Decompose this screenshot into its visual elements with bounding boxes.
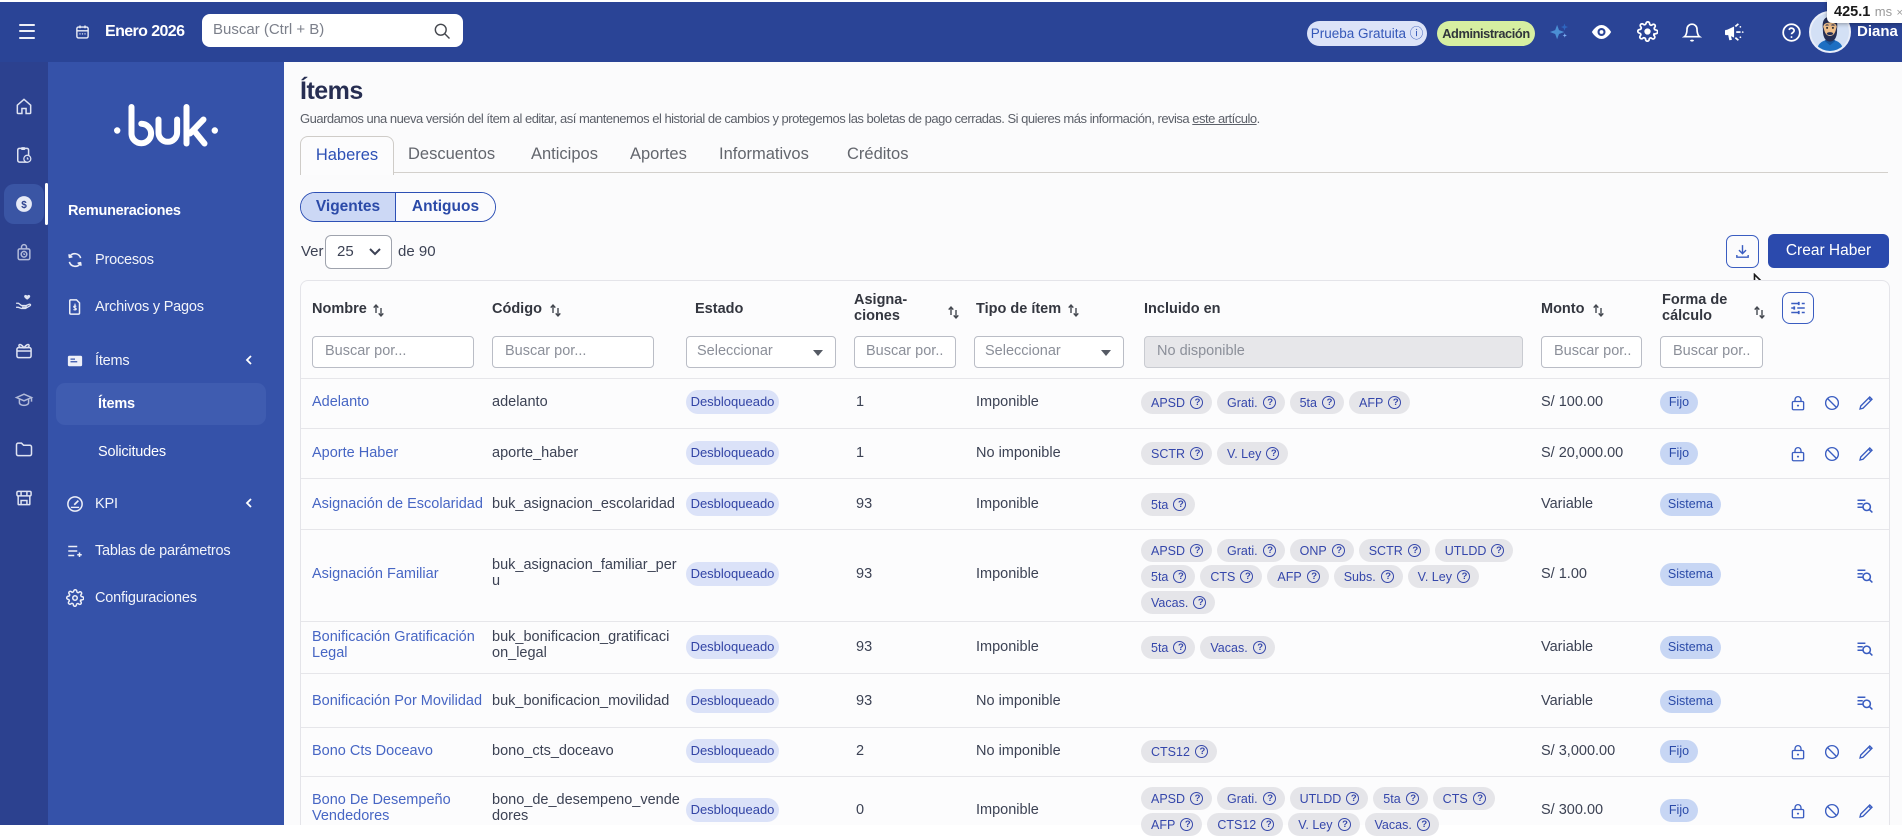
svg-text:$: $ bbox=[21, 200, 27, 211]
